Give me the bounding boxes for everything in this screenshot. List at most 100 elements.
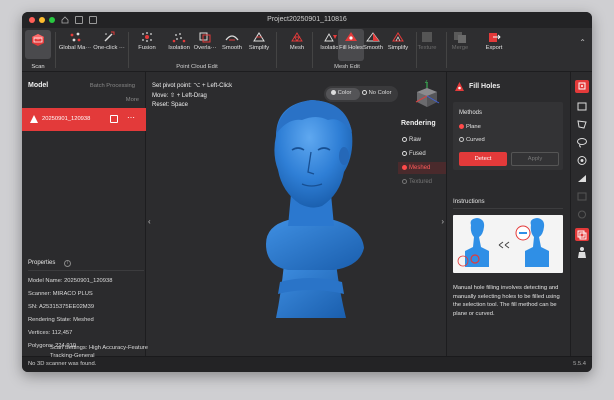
clear-icon [578, 210, 586, 219]
divider [28, 270, 144, 271]
simplify-button[interactable]: Simplify [242, 31, 276, 51]
instructions-title: Instructions [453, 198, 485, 205]
ribbon-separator [276, 32, 277, 68]
bust-model[interactable] [236, 94, 386, 326]
info-icon[interactable]: i [64, 260, 71, 267]
one-click-edit-button[interactable]: One-click ··· [92, 31, 126, 51]
texture-button[interactable]: Texture [410, 31, 444, 51]
apply-button[interactable]: Apply [511, 152, 559, 166]
connected-icon [577, 192, 587, 201]
one-click-edit-icon [104, 31, 115, 42]
option-label: Curved [466, 137, 485, 143]
global-markers-button[interactable]: Global Ma··· [58, 31, 92, 51]
ribbon-separator [55, 32, 56, 68]
rendering-option-textured[interactable]: Textured [398, 176, 446, 188]
point-cloud-group-label: Point Cloud Edit [176, 64, 218, 70]
rendering-option-raw[interactable]: Raw [398, 134, 446, 146]
status-bar: No 3D scanner was found. 5.5.4 [22, 356, 592, 372]
instructions-illustration [453, 215, 563, 273]
rectangle-select-button[interactable] [575, 100, 589, 113]
tool-label: Texture [417, 45, 437, 51]
method-plane-radio[interactable]: Plane [459, 124, 481, 130]
collapse-left-panel-icon[interactable]: ‹ [148, 217, 151, 226]
fill-holes-title: Fill Holes [469, 83, 501, 90]
tool-label: Merge [451, 45, 469, 51]
tool-label: One-click ··· [93, 45, 125, 51]
option-label: Plane [466, 124, 481, 130]
radio-icon [459, 124, 464, 129]
fill-holes-panel: Fill Holes Methods Plane Curved Detect A… [446, 72, 570, 356]
option-label: Raw [409, 137, 422, 143]
scan-button[interactable] [25, 30, 51, 59]
hint-reset: Reset: Space [152, 102, 189, 108]
view-cube[interactable]: Z [412, 79, 442, 110]
select-icon [578, 82, 586, 90]
tool-label: Mesh [289, 45, 305, 51]
isolation-icon [324, 33, 337, 42]
rectangle-select-icon [577, 102, 587, 111]
rendering-option-meshed[interactable]: Meshed [398, 162, 446, 174]
select-connected-button[interactable] [575, 190, 589, 203]
detect-button[interactable]: Detect [459, 152, 507, 166]
merge-button[interactable]: Merge [443, 31, 477, 51]
method-curved-radio[interactable]: Curved [459, 137, 485, 143]
instructions-text: Manual hole filling involves detecting a… [453, 285, 560, 317]
collapse-right-panel-icon[interactable]: › [441, 217, 444, 226]
invert-selection-button[interactable] [575, 172, 589, 185]
mesh-group-label: Mesh Edit [334, 64, 360, 70]
person-icon [578, 247, 586, 258]
model-more-icon[interactable]: ⋯ [127, 113, 136, 122]
brush-select-button[interactable] [575, 154, 589, 167]
radio-icon [402, 137, 407, 142]
select-through-button[interactable] [575, 228, 589, 241]
model-list-item[interactable]: 20250901_120938 ⋯ [22, 108, 146, 131]
mesh-icon [291, 32, 303, 42]
polygon-select-icon [577, 120, 587, 129]
more-button[interactable]: More [126, 97, 139, 103]
fusion-button[interactable]: Fusion [130, 31, 164, 51]
model-name: 20250901_120938 [42, 116, 91, 122]
version-label: 5.5.4 [573, 361, 586, 367]
simplify-icon [392, 32, 404, 42]
lasso-select-button[interactable] [575, 136, 589, 149]
radio-icon [402, 165, 407, 170]
tool-label: Simplify [248, 45, 270, 51]
properties-title: Properties [28, 260, 56, 266]
property-vertices: Vertices: 112,457 [28, 330, 73, 336]
hint-move: Move: ⇧ + Left-Drag [152, 93, 207, 99]
smooth-icon [225, 35, 239, 41]
property-scan-settings-cont: Tracking-General [50, 353, 95, 359]
figure-view-button[interactable] [575, 246, 589, 259]
tool-label: Fusion [138, 45, 156, 51]
3d-viewport[interactable]: Set pivot point: ⌥ + Left-Click Move: ⇧ … [146, 72, 446, 356]
polygon-select-button[interactable] [575, 118, 589, 131]
rendering-option-fused[interactable]: Fused [398, 148, 446, 160]
methods-title: Methods [459, 110, 483, 116]
mesh-button[interactable]: Mesh [280, 31, 314, 51]
model-visibility-icon[interactable] [110, 115, 118, 123]
app-window: Project20250901_110816 Scan Global Ma···… [22, 12, 592, 372]
hint-pivot: Set pivot point: ⌥ + Left-Click [152, 83, 233, 89]
ribbon-separator [312, 32, 313, 68]
model-panel: Model Batch Processing More 20250901_120… [22, 72, 146, 356]
title-bar: Project20250901_110816 [22, 12, 592, 28]
tool-label: Global Ma··· [58, 45, 92, 51]
clear-selection-button[interactable] [575, 208, 589, 221]
property-rendering-state: Rendering State: Meshed [28, 317, 94, 323]
texture-icon [422, 32, 432, 42]
global-markers-icon [70, 32, 81, 42]
collapse-ribbon-icon[interactable]: ⌃ [579, 38, 586, 47]
ribbon-separator [128, 32, 129, 68]
invert-icon [578, 175, 586, 182]
fill-holes-icon [455, 82, 464, 91]
select-tool-button[interactable] [575, 80, 589, 93]
radio-icon [459, 137, 464, 142]
export-button[interactable]: Export [477, 31, 511, 51]
status-message: No 3D scanner was found. [28, 361, 97, 367]
scan-label: Scan [31, 64, 45, 70]
radio-icon [402, 179, 407, 184]
ribbon-toolbar: Scan Global Ma··· One-click ··· Fusion I… [22, 28, 592, 72]
overlap-icon [199, 32, 211, 43]
batch-processing-button[interactable]: Batch Processing [90, 83, 135, 89]
option-label: Meshed [409, 165, 431, 171]
